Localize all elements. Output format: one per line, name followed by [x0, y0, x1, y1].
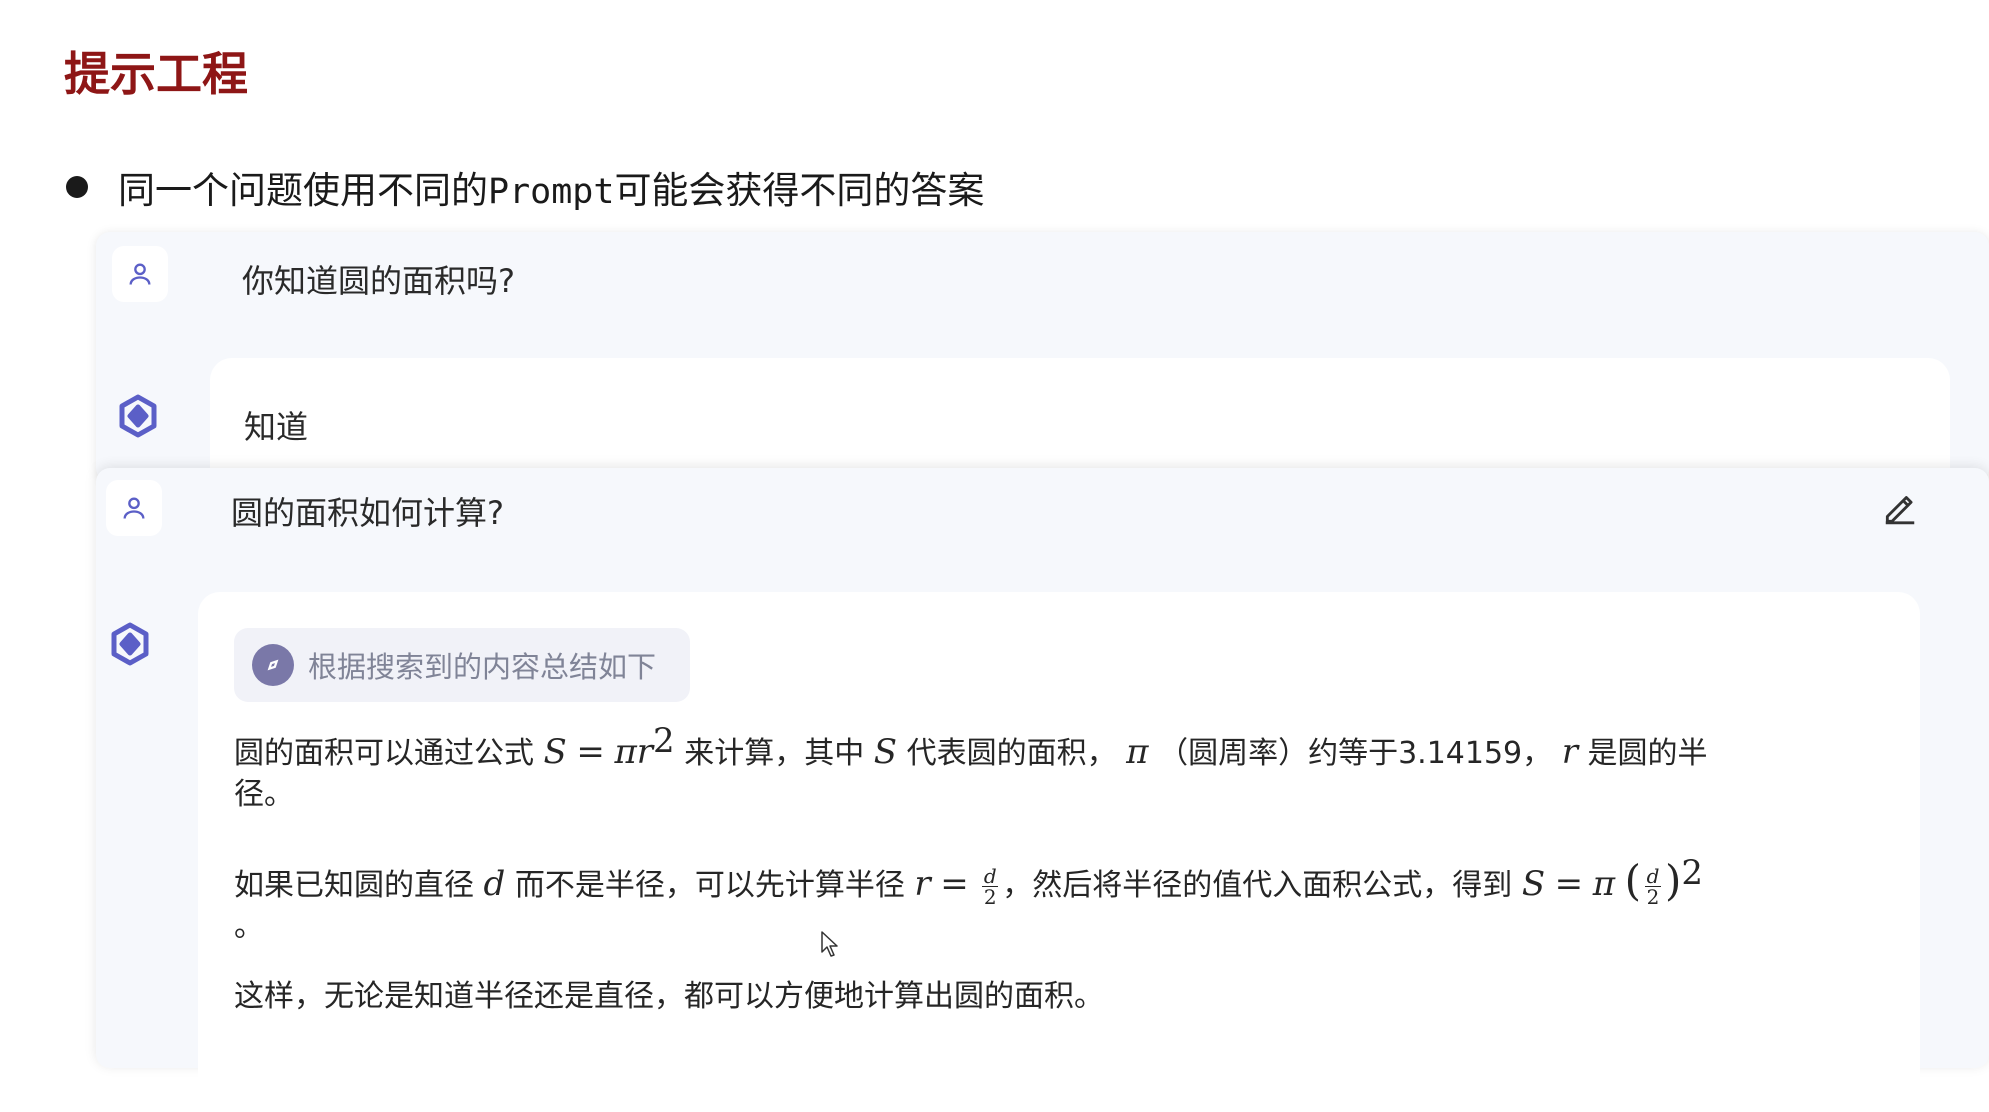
user-avatar	[106, 480, 162, 536]
user-question-2: 圆的面积如何计算?	[231, 494, 504, 532]
bullet-text: 同一个问题使用不同的Prompt可能会获得不同的答案	[118, 160, 984, 214]
user-icon	[129, 263, 151, 285]
answer-paragraph-1-cont: 径。	[234, 777, 294, 812]
bot-logo-icon	[111, 622, 149, 666]
bullet-suffix: 可能会获得不同的答案	[614, 169, 985, 212]
user-avatar	[112, 246, 168, 302]
bullet-dot	[66, 176, 88, 198]
chat-panel-1: 你知道圆的面积吗? 知道	[96, 232, 1989, 498]
bot-logo-icon	[119, 394, 157, 438]
search-chip-label: 根据搜索到的内容总结如下	[308, 650, 657, 684]
bot-avatar	[110, 388, 166, 444]
bot-avatar	[102, 616, 158, 672]
search-summary-chip[interactable]: 根据搜索到的内容总结如下	[234, 628, 691, 702]
answer-paragraph-2-end: 。	[234, 909, 264, 944]
bullet-point: 同一个问题使用不同的Prompt可能会获得不同的答案	[66, 160, 984, 214]
bot-answer-1: 知道	[244, 408, 309, 446]
chat-panel-2: 圆的面积如何计算? 根据搜索到的内容总结如下 圆的面积可以通过公式 S = πr…	[96, 468, 1989, 1112]
answer-paragraph-3: 这样，无论是知道半径还是直径，都可以方便地计算出圆的面积。	[234, 979, 1104, 1014]
bot-answer-bubble-2: 根据搜索到的内容总结如下 圆的面积可以通过公式 S = πr2 来计算，其中 S…	[198, 592, 1920, 1112]
mouse-cursor-icon	[821, 931, 838, 957]
bullet-code: Prompt	[488, 172, 615, 212]
user-question-1: 你知道圆的面积吗?	[242, 262, 515, 300]
edit-icon[interactable]	[1881, 488, 1919, 526]
user-icon	[123, 497, 145, 519]
bullet-prefix: 同一个问题使用不同的	[118, 169, 488, 212]
answer-paragraph-2: 如果已知圆的直径 d 而不是半径，可以先计算半径 r = d 2 ，然后将半径的值代…	[234, 853, 1704, 909]
slide-title: 提示工程	[64, 47, 248, 101]
compass-icon	[252, 644, 294, 686]
answer-paragraph-1: 圆的面积可以通过公式 S = πr2 来计算，其中 S 代表圆的面积， π （圆…	[234, 721, 1708, 772]
